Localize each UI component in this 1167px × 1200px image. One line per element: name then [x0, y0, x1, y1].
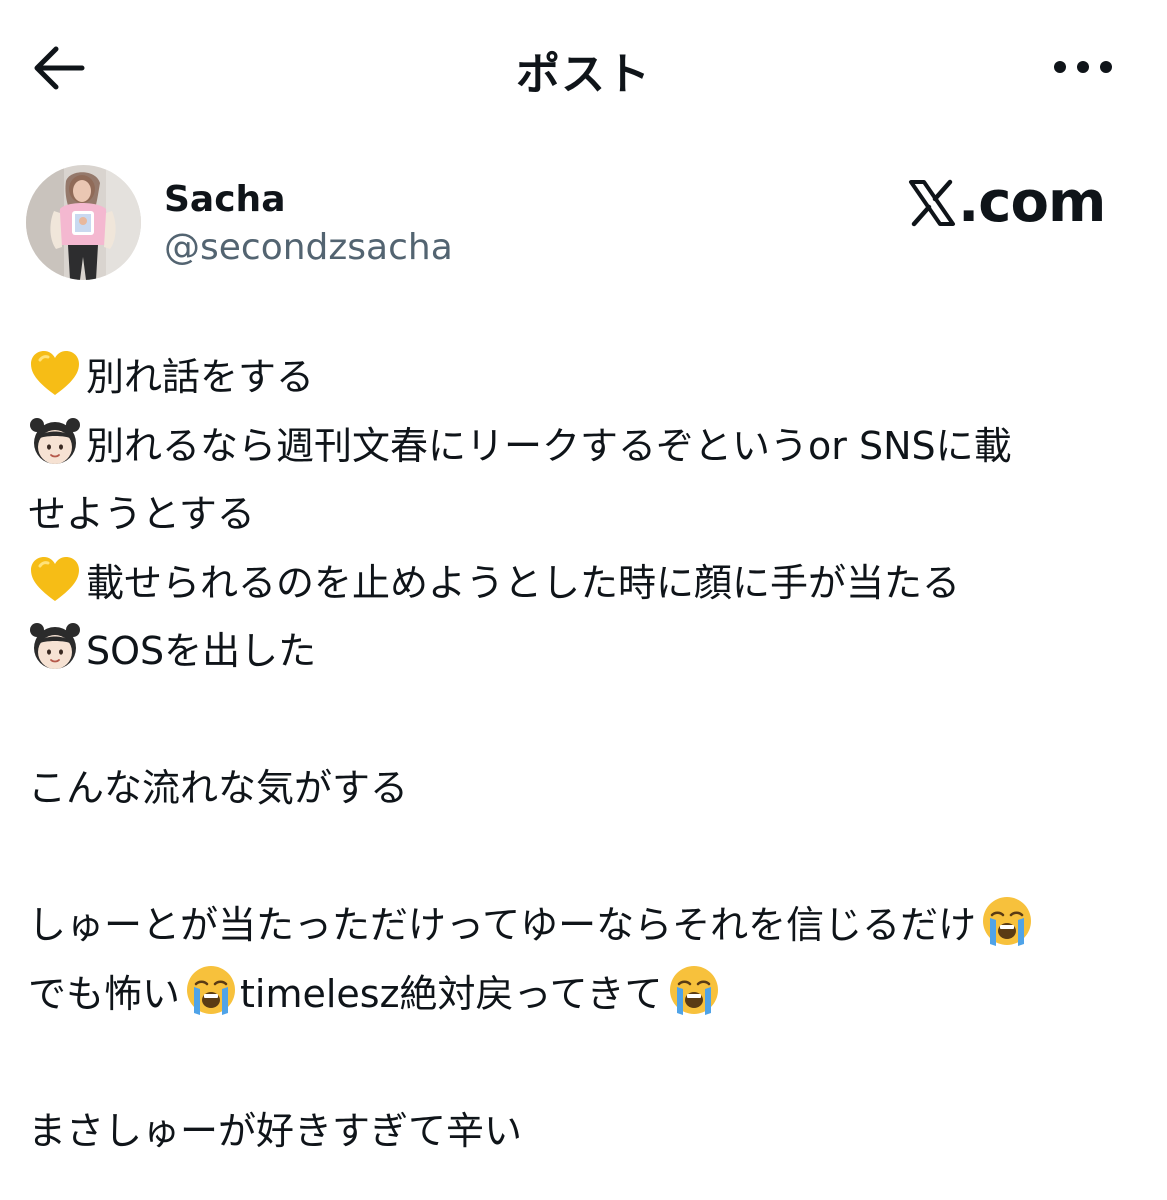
post-line: 載せられるのを止めようとした時に顔に手が当たる: [28, 549, 1143, 618]
post-text-segment: しゅーとが当たっただけってゆーならそれを信じるだけ: [28, 903, 977, 947]
loudly-crying-face-emoji: [667, 963, 721, 1017]
post-text: 別れ話をする 別れるなら週刊文春にリークするぞというor SNSに載 せようとす…: [28, 343, 1143, 1165]
yellow-heart-emoji: [28, 552, 82, 606]
post-text-segment: 別れるなら週刊文春にリークするぞというor SNSに載: [86, 423, 1012, 468]
post-author: Sacha @secondzsacha .com: [26, 165, 1146, 285]
watermark-text: .com: [958, 170, 1106, 235]
x-logo-icon: [908, 176, 956, 241]
profile-photo: [26, 165, 141, 280]
post-line: しゅーとが当たっただけってゆーならそれを信じるだけ: [28, 891, 1143, 960]
girl-emoji: [28, 415, 82, 469]
page-title: ポスト: [516, 49, 651, 100]
display-name[interactable]: Sacha: [164, 179, 285, 220]
girl-emoji: [28, 620, 82, 674]
post-text-segment: timelesz絶対戻ってきて: [240, 971, 663, 1016]
loudly-crying-face-emoji: [184, 963, 238, 1017]
post-line: こんな流れな気がする: [28, 754, 1143, 823]
more-horizontal-icon: [1054, 61, 1112, 73]
post-text-segment: 載せられるのを止めようとした時に顔に手が当たる: [86, 560, 961, 605]
post-line: せようとする: [28, 480, 1143, 549]
post-text-segment: まさしゅーが好きすぎて辛い: [28, 1108, 523, 1153]
post-line: SOSを出した: [28, 617, 1143, 686]
username-handle[interactable]: @secondzsacha: [164, 227, 453, 268]
yellow-heart-emoji: [28, 346, 82, 400]
post-line: まさしゅーが好きすぎて辛い: [28, 1097, 1143, 1166]
post-text-segment: でも怖い: [28, 971, 181, 1016]
post-text-segment: SOSを出した: [86, 629, 317, 673]
post-text-segment: こんな流れな気がする: [28, 766, 409, 810]
post-line: でも怖い timelesz絶対戻ってきて: [28, 960, 1143, 1029]
post-line: 別れ話をする: [28, 343, 1143, 412]
avatar[interactable]: [26, 165, 141, 280]
post-text-segment: 別れ話をする: [86, 355, 315, 399]
post-line: 別れるなら週刊文春にリークするぞというor SNSに載: [28, 412, 1143, 481]
more-options-button[interactable]: [1052, 52, 1114, 82]
x-com-watermark: .com: [908, 170, 1106, 241]
loudly-crying-face-emoji: [980, 894, 1034, 948]
top-navigation-bar: ポスト: [0, 0, 1167, 135]
post-text-segment: せようとする: [28, 492, 255, 536]
